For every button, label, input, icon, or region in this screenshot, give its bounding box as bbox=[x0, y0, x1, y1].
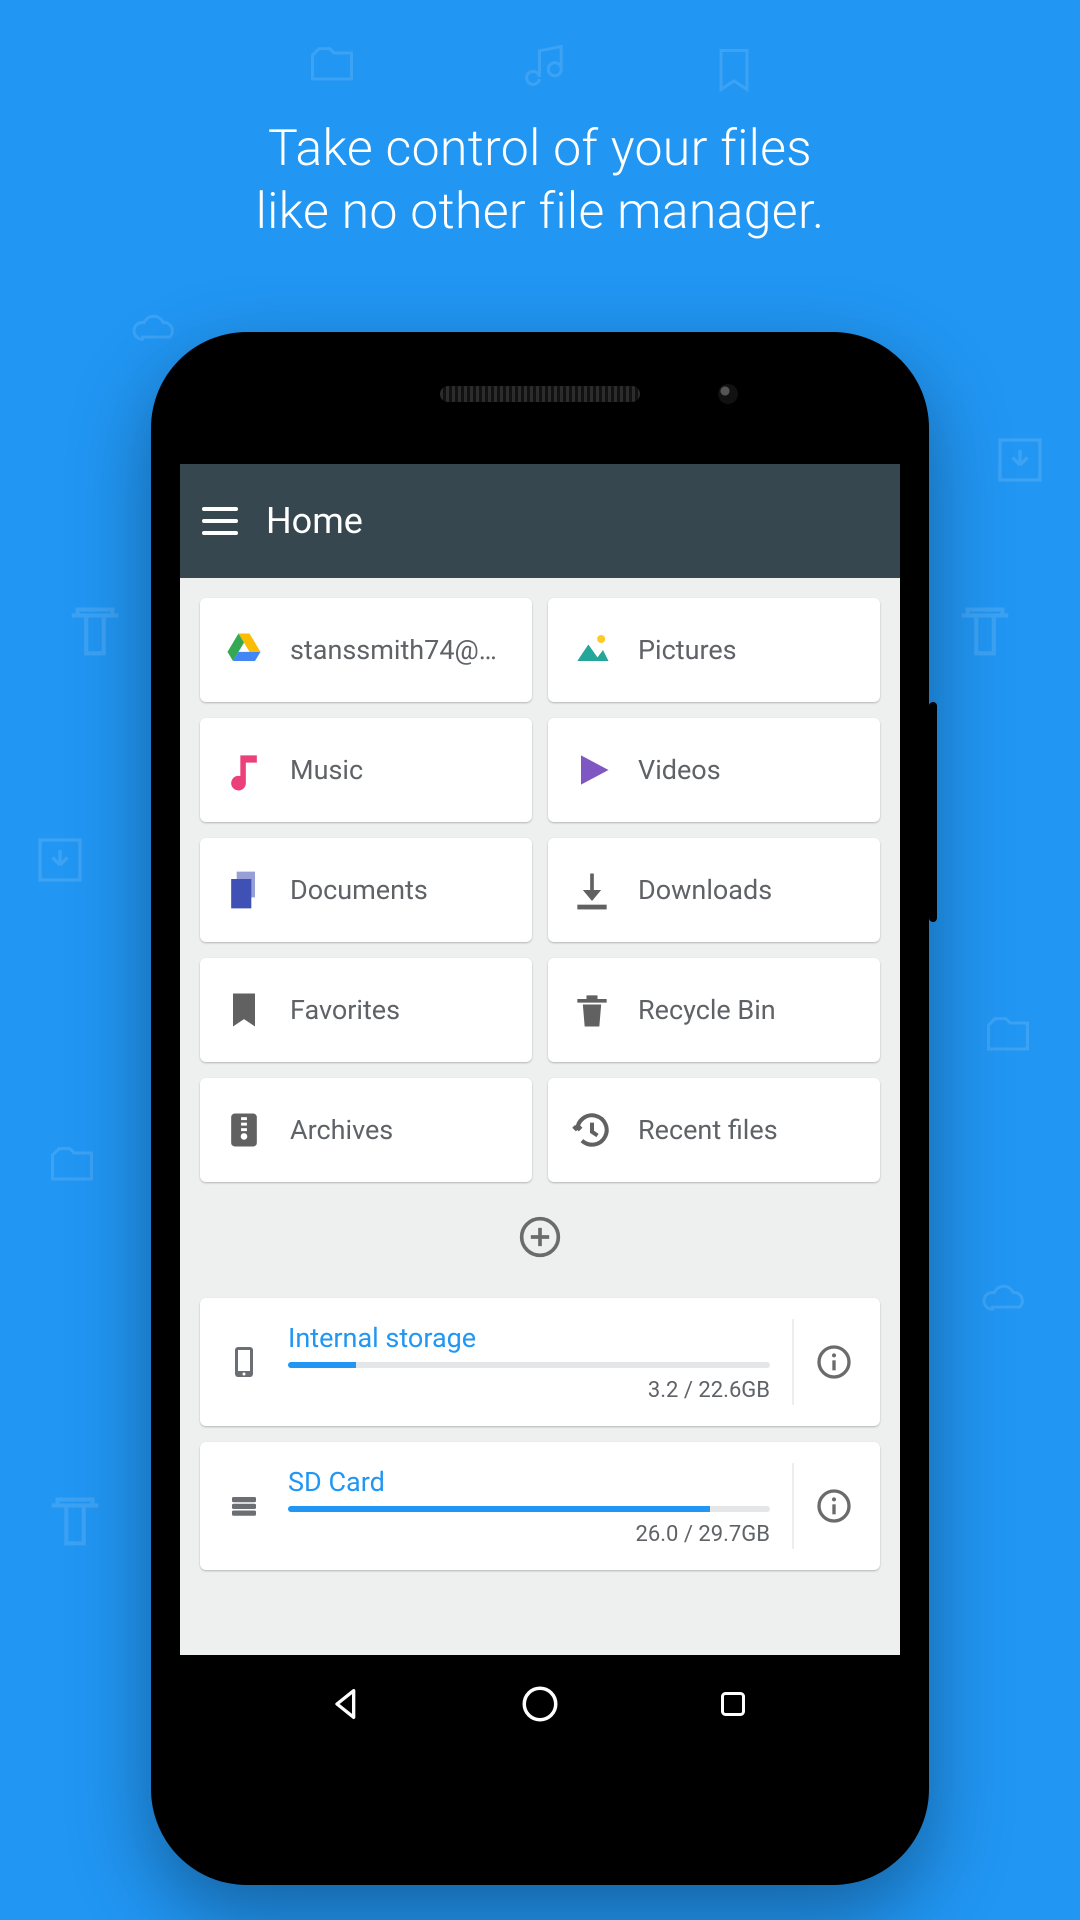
storage-sdcard[interactable]: SD Card 26.0 / 29.7GB bbox=[200, 1442, 880, 1570]
tile-downloads[interactable]: Downloads bbox=[548, 838, 880, 942]
documents-icon bbox=[222, 868, 266, 912]
storage-progress bbox=[288, 1506, 770, 1512]
tile-label: Music bbox=[290, 754, 363, 786]
app-bar: Home bbox=[180, 464, 900, 578]
tile-favorites[interactable]: Favorites bbox=[200, 958, 532, 1062]
phone-speaker bbox=[440, 386, 640, 402]
tile-documents[interactable]: Documents bbox=[200, 838, 532, 942]
home-button[interactable] bbox=[514, 1678, 566, 1730]
tile-archives[interactable]: Archives bbox=[200, 1078, 532, 1182]
android-nav-bar bbox=[180, 1655, 900, 1753]
divider bbox=[792, 1319, 794, 1405]
back-button[interactable] bbox=[321, 1678, 373, 1730]
storage-internal[interactable]: Internal storage 3.2 / 22.6GB bbox=[200, 1298, 880, 1426]
marketing-headline: Take control of your fileslike no other … bbox=[0, 118, 1080, 243]
tile-drive[interactable]: stanssmith74@… bbox=[200, 598, 532, 702]
history-icon bbox=[570, 1108, 614, 1152]
storage-progress bbox=[288, 1362, 770, 1368]
tile-label: Pictures bbox=[638, 634, 737, 666]
storage-label: Internal storage bbox=[288, 1322, 770, 1354]
play-icon bbox=[570, 748, 614, 792]
divider bbox=[792, 1463, 794, 1549]
phone-mockup: Home stanssmith74@… Pictures Music Video… bbox=[151, 332, 929, 1885]
trash-icon bbox=[570, 988, 614, 1032]
phone-camera bbox=[718, 384, 738, 404]
image-icon bbox=[570, 628, 614, 672]
tile-label: Recent files bbox=[638, 1114, 778, 1146]
tile-recycle-bin[interactable]: Recycle Bin bbox=[548, 958, 880, 1062]
tile-music[interactable]: Music bbox=[200, 718, 532, 822]
google-drive-icon bbox=[222, 628, 266, 672]
tile-videos[interactable]: Videos bbox=[548, 718, 880, 822]
storage-value: 3.2 / 22.6GB bbox=[288, 1378, 770, 1403]
tile-label: stanssmith74@… bbox=[290, 634, 497, 666]
tile-pictures[interactable]: Pictures bbox=[548, 598, 880, 702]
download-icon bbox=[570, 868, 614, 912]
music-note-icon bbox=[222, 748, 266, 792]
main-content: stanssmith74@… Pictures Music Videos Doc… bbox=[180, 578, 900, 1655]
recents-button[interactable] bbox=[707, 1678, 759, 1730]
bookmark-icon bbox=[222, 988, 266, 1032]
storage-info-button[interactable] bbox=[806, 1334, 862, 1390]
phone-icon bbox=[220, 1338, 268, 1386]
tile-label: Favorites bbox=[290, 994, 400, 1026]
page-title: Home bbox=[266, 500, 363, 542]
tile-label: Downloads bbox=[638, 874, 772, 906]
add-button[interactable] bbox=[516, 1213, 564, 1261]
storage-info-button[interactable] bbox=[806, 1478, 862, 1534]
sd-icon bbox=[220, 1482, 268, 1530]
zip-icon bbox=[222, 1108, 266, 1152]
tile-label: Archives bbox=[290, 1114, 393, 1146]
tile-label: Videos bbox=[638, 754, 721, 786]
storage-label: SD Card bbox=[288, 1466, 770, 1498]
tile-recent[interactable]: Recent files bbox=[548, 1078, 880, 1182]
app-screen: Home stanssmith74@… Pictures Music Video… bbox=[180, 464, 900, 1753]
menu-icon[interactable] bbox=[202, 507, 238, 535]
storage-value: 26.0 / 29.7GB bbox=[288, 1522, 770, 1547]
tile-label: Documents bbox=[290, 874, 428, 906]
tile-label: Recycle Bin bbox=[638, 994, 776, 1026]
